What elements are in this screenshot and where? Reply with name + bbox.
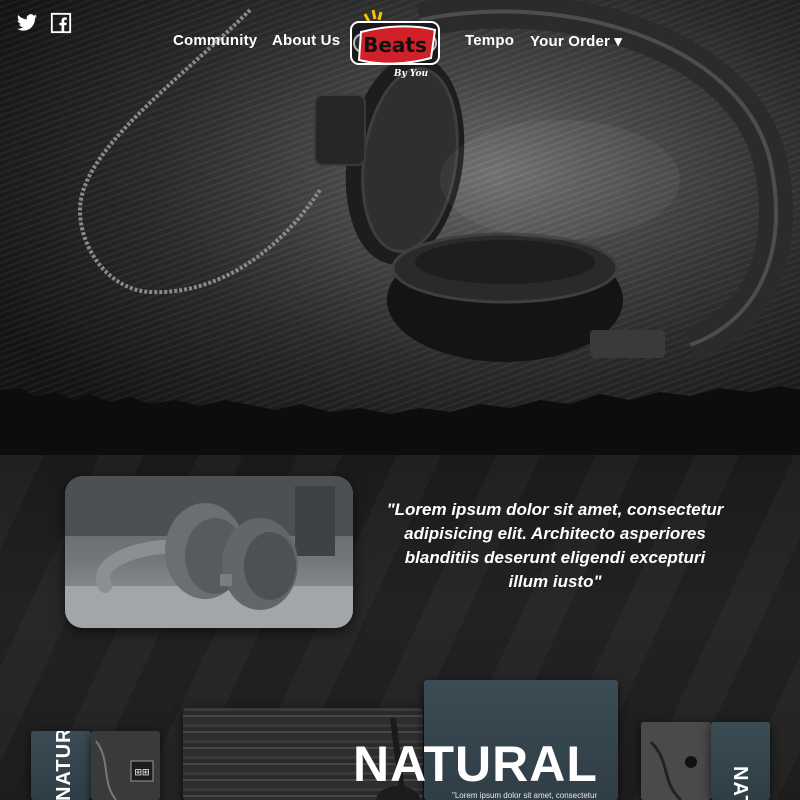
top-navigation: Community About Us Beats By You Tempo Yo… — [0, 0, 800, 80]
gray-headphones-image — [65, 476, 353, 628]
logo-word: Beats — [363, 33, 427, 57]
treeline-silhouette — [0, 386, 800, 455]
carousel-card-left-image[interactable]: ⊞⊞ — [91, 731, 160, 800]
social-links — [16, 12, 72, 34]
carousel-card-right[interactable]: NATU — [711, 722, 770, 800]
carousel-card-left-label: NATURAL — [53, 731, 75, 800]
feature-quote: "Lorem ipsum dolor sit amet, consectetur… — [386, 500, 724, 591]
nav-your-order-dropdown[interactable]: Your Order ▾ — [530, 32, 622, 50]
nav-about-us[interactable]: About Us — [272, 32, 340, 49]
svg-text:⊞⊞: ⊞⊞ — [134, 768, 149, 778]
twitter-icon[interactable] — [16, 12, 38, 34]
product-image-card — [65, 476, 353, 628]
carousel-card-right-image[interactable] — [641, 722, 711, 800]
facebook-icon[interactable] — [50, 12, 72, 34]
nav-community[interactable]: Community — [173, 32, 257, 49]
studio-gear-image: ⊞⊞ — [91, 731, 160, 800]
earbuds-image — [641, 722, 711, 800]
logo-tagline: By You — [393, 69, 429, 79]
carousel-center-subtitle: "Lorem ipsum dolor sit amet, consectetur — [452, 791, 598, 800]
beats-logo[interactable]: Beats By You — [343, 8, 448, 80]
nav-tempo[interactable]: Tempo — [465, 32, 514, 49]
carousel-center-title: NATURAL — [353, 736, 598, 792]
carousel-card-left[interactable]: NATURAL — [31, 731, 91, 800]
carousel-card-right-label: NATU — [729, 766, 751, 800]
